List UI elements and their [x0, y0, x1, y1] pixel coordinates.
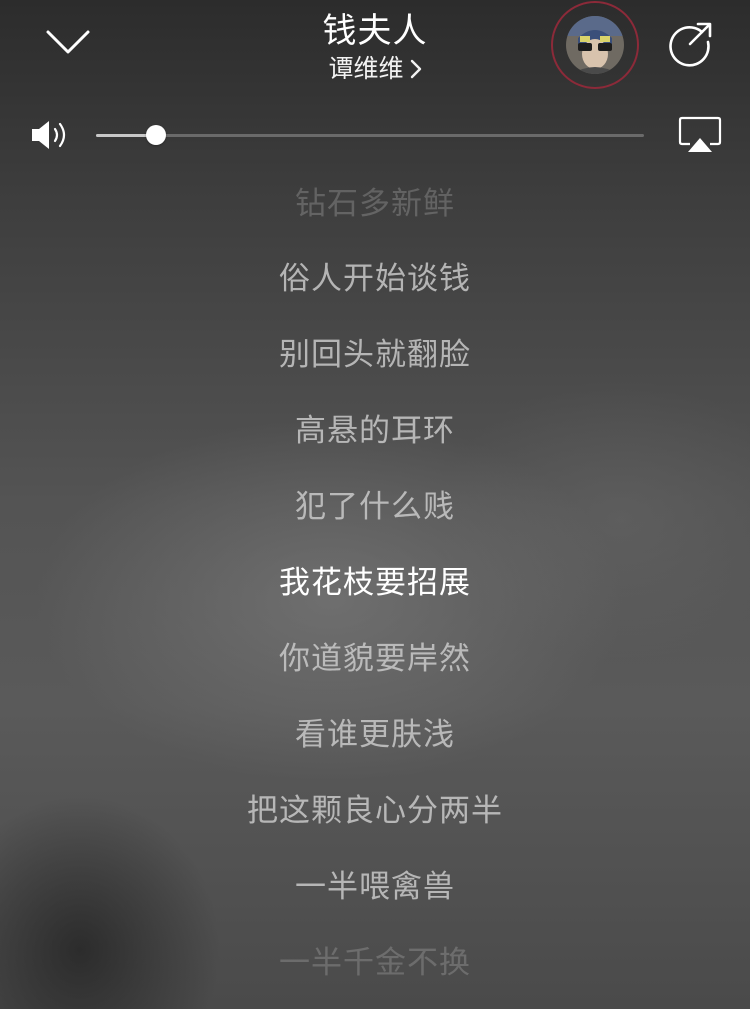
share-icon	[669, 22, 712, 67]
lyric-line[interactable]: 一半喂禽兽	[0, 857, 750, 917]
artist-name: 谭维维	[328, 54, 404, 83]
chevron-right-icon	[410, 59, 421, 79]
share-button[interactable]	[666, 20, 714, 68]
artist-link[interactable]: 谭维维	[328, 54, 421, 84]
volume-control	[0, 108, 750, 162]
volume-slider-thumb[interactable]	[146, 125, 167, 145]
title-block: 钱夫人 谭维维	[175, 8, 575, 84]
airplay-button[interactable]	[678, 116, 722, 154]
lyric-line[interactable]: 一半千金不换	[0, 933, 750, 993]
lyric-line[interactable]: 把这颗良心分两半	[0, 781, 750, 841]
lyric-line[interactable]: 钻石多新鲜	[0, 174, 750, 234]
player-header: 钱夫人 谭维维	[0, 0, 750, 100]
artist-avatar-button[interactable]	[551, 1, 639, 89]
lyric-line[interactable]: 看谁更肤浅	[0, 705, 750, 765]
airplay-icon	[678, 116, 722, 152]
chevron-down-icon	[46, 30, 90, 54]
lyric-line[interactable]: 别回头就翻脸	[0, 325, 750, 385]
volume-button[interactable]	[30, 118, 72, 152]
volume-slider[interactable]	[96, 125, 644, 145]
lyric-line[interactable]: 犯了什么贱	[0, 477, 750, 537]
lyrics-panel[interactable]: 钻石多新鲜 俗人开始谈钱 别回头就翻脸 高悬的耳环 犯了什么贱 我花枝要招展 你…	[0, 172, 750, 1009]
song-title: 钱夫人	[322, 11, 428, 51]
lyric-line[interactable]: 俗人开始谈钱	[0, 249, 750, 309]
lyric-line-current[interactable]: 我花枝要招展	[0, 553, 750, 613]
avatar	[566, 16, 624, 74]
collapse-button[interactable]	[40, 22, 96, 62]
speaker-icon	[32, 121, 66, 149]
lyric-line[interactable]: 高悬的耳环	[0, 401, 750, 461]
lyric-line[interactable]: 你道貌要岸然	[0, 629, 750, 689]
